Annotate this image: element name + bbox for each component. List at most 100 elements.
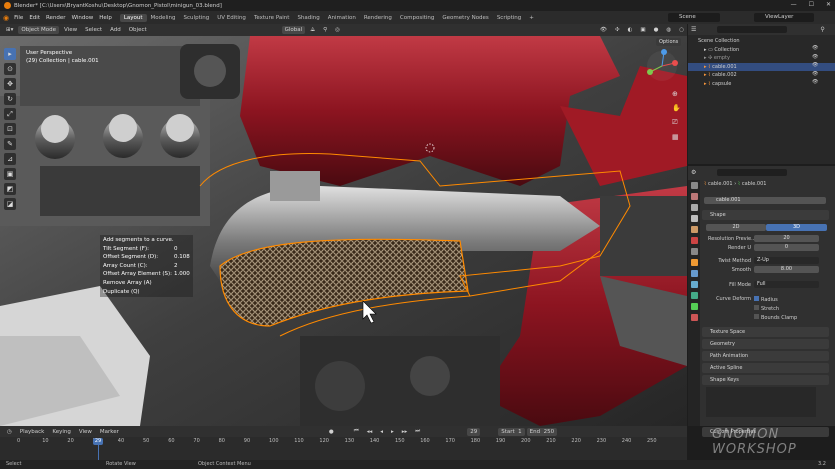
playhead[interactable]: 29 <box>93 438 103 445</box>
extra-tool-icon[interactable]: ◩ <box>4 183 16 195</box>
move-icon[interactable]: ✥ <box>4 78 16 90</box>
xray-icon[interactable]: ▣ <box>637 26 648 34</box>
shape-keys-list[interactable] <box>706 387 816 417</box>
filter-icon[interactable]: ⚲ <box>820 26 824 33</box>
render-u-field[interactable]: 0 <box>754 244 819 251</box>
eye-icon[interactable]: 👁 <box>812 45 818 51</box>
panel-shape-keys[interactable]: Shape Keys <box>702 375 829 385</box>
fill-mode-dropdown[interactable]: Full <box>754 281 819 288</box>
tab-layout[interactable]: Layout <box>119 13 147 22</box>
tab-animation[interactable]: Animation <box>324 14 360 22</box>
tab-compositing[interactable]: Compositing <box>396 14 438 22</box>
menu-file[interactable]: File <box>11 15 26 21</box>
panel-path-animation[interactable]: Path Animation <box>702 351 829 361</box>
object-tab-icon[interactable] <box>690 259 698 266</box>
radius-checkbox[interactable]: Radius <box>754 296 778 303</box>
menu-playback[interactable]: Playback <box>17 428 48 436</box>
res-preview-field[interactable]: 20 <box>754 235 819 242</box>
jump-end-icon[interactable]: ⏭ <box>412 427 423 436</box>
panel-geometry[interactable]: Geometry <box>702 339 829 349</box>
outliner-search[interactable] <box>717 26 788 33</box>
next-key-icon[interactable]: ▸▸ <box>399 428 411 436</box>
menu-window[interactable]: Window <box>69 15 97 21</box>
menu-marker[interactable]: Marker <box>97 428 122 436</box>
camera-icon[interactable]: ⎚ <box>672 118 681 127</box>
dim-2d-button[interactable]: 2D <box>706 224 766 231</box>
tab-scripting[interactable]: Scripting <box>493 14 525 22</box>
stretch-checkbox[interactable]: Stretch <box>754 305 779 312</box>
snap-icon[interactable]: ⚲ <box>320 26 330 34</box>
render-tab-icon[interactable] <box>690 193 698 200</box>
bounds-clamp-checkbox[interactable]: Bounds Clamp <box>754 314 797 321</box>
rotate-icon[interactable]: ↻ <box>4 93 16 105</box>
editor-type-icon[interactable]: ⊞▾ <box>3 26 16 34</box>
menu-edit[interactable]: Edit <box>26 15 43 21</box>
menu-help[interactable]: Help <box>96 15 115 21</box>
panel-shape[interactable]: Shape <box>702 210 829 220</box>
maximize-icon[interactable]: ☐ <box>809 1 814 8</box>
add-cube-icon[interactable]: ▣ <box>4 168 16 180</box>
3d-viewport[interactable] <box>0 36 687 426</box>
prev-key-icon[interactable]: ◂◂ <box>364 428 376 436</box>
extra-tool-2-icon[interactable]: ◪ <box>4 198 16 210</box>
scene-tab-icon[interactable] <box>690 226 698 233</box>
eye-icon[interactable]: 👁 <box>812 79 818 85</box>
twist-method-dropdown[interactable]: Z-Up <box>754 257 819 264</box>
current-frame-field[interactable]: 29 <box>467 427 481 436</box>
start-frame-field[interactable]: Start 1 <box>498 427 525 436</box>
eye-icon[interactable]: 👁 <box>812 62 818 68</box>
menu-keying[interactable]: Keying <box>49 428 73 436</box>
particles-tab-icon[interactable] <box>690 281 698 288</box>
menu-view[interactable]: View <box>61 26 80 34</box>
close-icon[interactable]: ✕ <box>826 1 831 8</box>
timeline-editor-icon[interactable]: ◷ <box>4 428 15 436</box>
select-box-icon[interactable]: ▸ <box>4 48 16 60</box>
scale-icon[interactable]: ⤢ <box>4 108 16 120</box>
blender-menu-icon[interactable]: ◉ <box>3 14 9 22</box>
orientation-dropdown[interactable]: Global <box>281 26 306 34</box>
zoom-icon[interactable]: ⊕ <box>672 90 681 98</box>
gizmo-icon[interactable]: ✣ <box>612 26 623 34</box>
add-workspace-icon[interactable]: + <box>525 14 538 22</box>
tab-shading[interactable]: Shading <box>293 14 323 22</box>
dim-3d-button[interactable]: 3D <box>766 224 827 231</box>
cursor-icon[interactable]: ⊙ <box>4 63 16 75</box>
world-tab-icon[interactable] <box>690 237 698 244</box>
annotate-icon[interactable]: ✎ <box>4 138 16 150</box>
proportional-edit-icon[interactable]: ◎ <box>332 26 343 34</box>
visibility-icon[interactable]: 👁 <box>597 26 610 34</box>
tab-sculpting[interactable]: Sculpting <box>180 14 214 22</box>
play-reverse-icon[interactable]: ◂ <box>377 428 386 436</box>
eye-icon[interactable]: 👁 <box>812 54 818 60</box>
view-layer-tab-icon[interactable] <box>690 215 698 222</box>
measure-icon[interactable]: ⊿ <box>4 153 16 165</box>
collection-tab-icon[interactable] <box>690 248 698 255</box>
menu-view-timeline[interactable]: View <box>76 428 95 436</box>
output-tab-icon[interactable] <box>690 204 698 211</box>
outliner[interactable]: ☰ ⚲ Scene Collection ▸ ▭ Collection ▸ ✣ … <box>688 24 835 164</box>
end-frame-field[interactable]: End 250 <box>526 427 558 436</box>
material-tab-icon[interactable] <box>690 314 698 321</box>
menu-add[interactable]: Add <box>107 26 124 34</box>
shading-rendered-icon[interactable]: ○ <box>676 26 687 34</box>
data-tab-icon[interactable] <box>690 303 698 310</box>
data-name-field[interactable]: cable.001 <box>704 197 826 204</box>
tab-texture-paint[interactable]: Texture Paint <box>250 14 294 22</box>
modifier-tab-icon[interactable] <box>690 270 698 277</box>
shading-material-icon[interactable]: ◍ <box>663 26 674 34</box>
scene-selector[interactable]: Scene <box>668 13 720 22</box>
menu-object[interactable]: Object <box>126 26 150 34</box>
properties-search[interactable] <box>717 168 788 176</box>
panel-active-spline[interactable]: Active Spline <box>702 363 829 373</box>
minimize-icon[interactable]: — <box>791 1 797 8</box>
pivot-icon[interactable]: ⟁ <box>307 26 318 35</box>
tab-geometry-nodes[interactable]: Geometry Nodes <box>438 14 492 22</box>
tab-modeling[interactable]: Modeling <box>147 14 180 22</box>
tool-tab-icon[interactable] <box>690 182 698 189</box>
menu-render[interactable]: Render <box>43 15 69 21</box>
jump-start-icon[interactable]: ⏮ <box>351 427 362 436</box>
view-layer-selector[interactable]: ViewLayer <box>754 13 814 22</box>
pan-hand-icon[interactable]: ✋ <box>672 104 681 112</box>
eye-icon[interactable]: 👁 <box>812 71 818 77</box>
properties-editor-icon[interactable]: ⚙ <box>691 169 696 176</box>
